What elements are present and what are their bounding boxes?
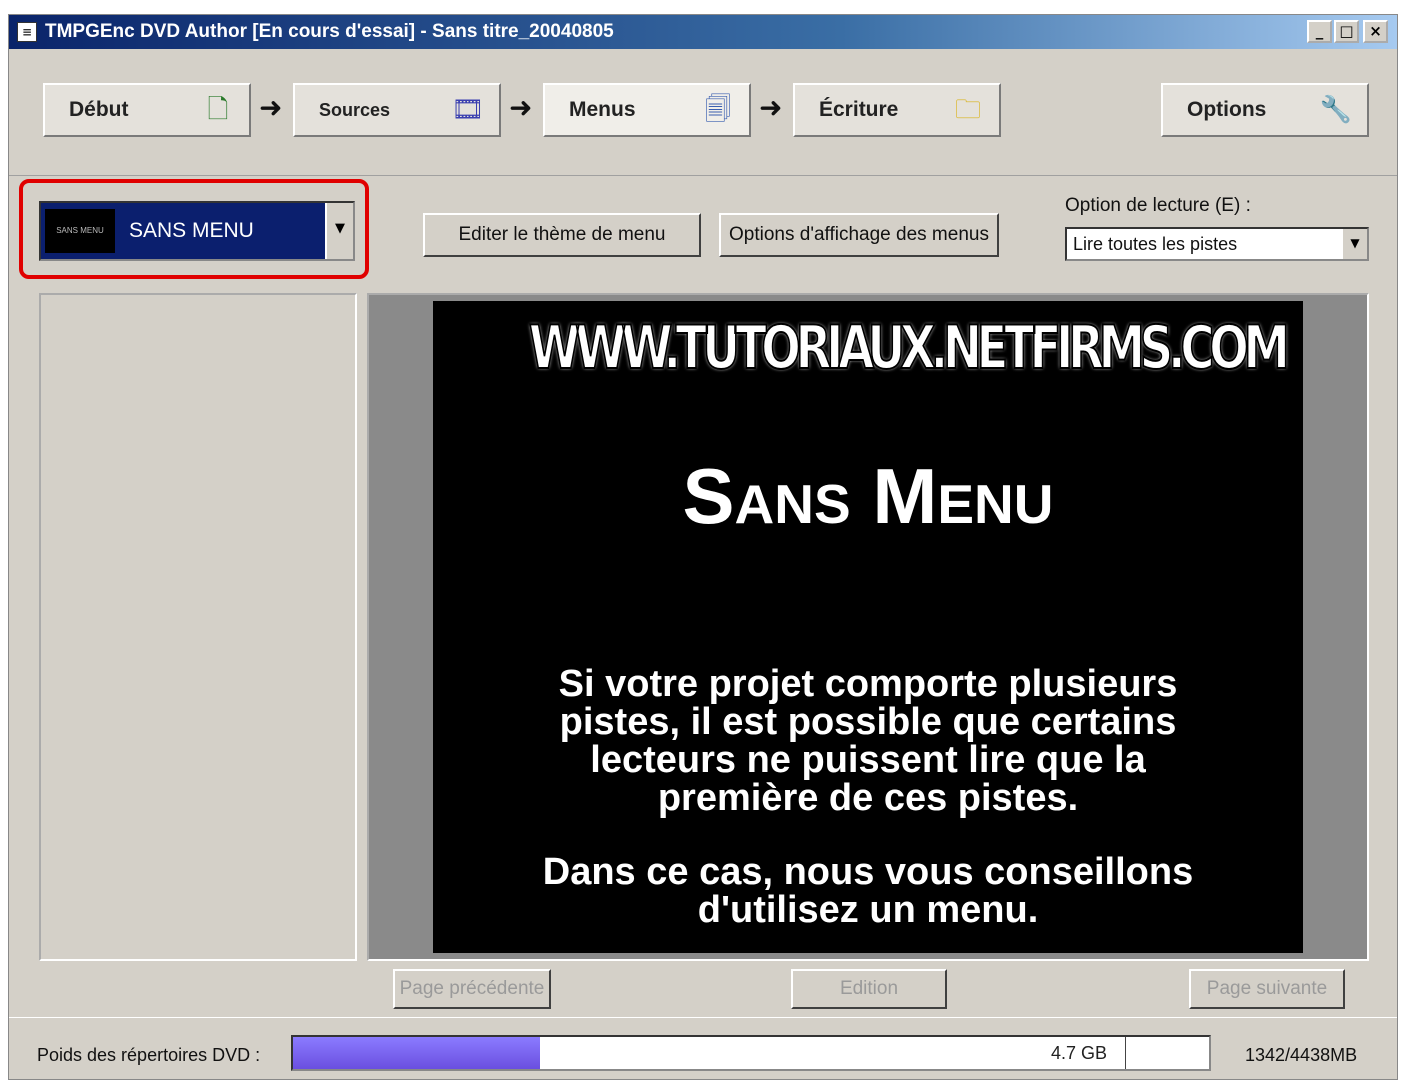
arrow-icon: ➜ bbox=[759, 91, 783, 124]
capacity-label: 4.7 GB bbox=[1051, 1043, 1108, 1063]
preview-message-line: première de ces pistes. bbox=[657, 777, 1079, 819]
menu-preview-area: WWW.TUTORIAUX.NETFIRMS.COM Sans Menu Si … bbox=[367, 293, 1369, 961]
playback-option-value: Lire toutes les pistes bbox=[1073, 234, 1238, 254]
folder-disc-icon: 🗀 bbox=[954, 95, 981, 125]
app-icon[interactable]: ≡ bbox=[17, 22, 37, 42]
options-button[interactable]: Options 🔧 bbox=[1161, 83, 1369, 137]
wizard-bar: Début 🗋 ➜ Sources 🎞 ➜ Menus 🗐 ➜ Écriture… bbox=[9, 49, 1397, 176]
step-sources-label: Sources bbox=[319, 100, 391, 120]
preview-message-line: Si votre projet comporte plusieurs bbox=[558, 663, 1178, 705]
edit-page-button[interactable]: Edition bbox=[791, 969, 947, 1009]
step-debut-label: Début bbox=[69, 98, 129, 121]
next-page-button[interactable]: Page suivante bbox=[1189, 969, 1345, 1009]
playback-option-select[interactable]: Lire toutes les pistes ▼ bbox=[1065, 227, 1369, 261]
step-debut-button[interactable]: Début 🗋 bbox=[43, 83, 251, 137]
preview-message-line: pistes, il est possible que certains bbox=[559, 701, 1177, 743]
step-menus-button[interactable]: Menus 🗐 bbox=[543, 83, 751, 137]
menu-thumbnail: SANS MENU bbox=[45, 209, 115, 253]
menu-pages-icon: 🗐 bbox=[705, 95, 731, 125]
capacity-marker bbox=[1125, 1037, 1126, 1069]
dvd-size-label: Poids des répertoires DVD : bbox=[37, 1045, 261, 1065]
previous-page-button[interactable]: Page précédente bbox=[393, 969, 551, 1009]
document-icon: 🗋 bbox=[207, 95, 229, 125]
dvd-size-readout: 1342/4438MB bbox=[1245, 1045, 1358, 1065]
chevron-down-icon[interactable]: ▼ bbox=[325, 203, 353, 259]
preview-advice-line: Dans ce cas, nous vous conseillons bbox=[542, 851, 1194, 893]
dvd-size-progress: 4.7 GB bbox=[291, 1035, 1211, 1071]
minimize-button[interactable]: _ bbox=[1307, 20, 1332, 43]
arrow-icon: ➜ bbox=[259, 91, 283, 124]
options-label: Options bbox=[1187, 98, 1267, 121]
step-ecriture-label: Écriture bbox=[819, 98, 899, 121]
window-title: TMPGEnc DVD Author [En cours d'essai] - … bbox=[45, 21, 614, 42]
chevron-down-icon[interactable]: ▼ bbox=[1341, 229, 1367, 259]
step-sources-button[interactable]: Sources 🎞 bbox=[293, 83, 501, 137]
preview-message-line: lecteurs ne puissent lire que la bbox=[590, 739, 1146, 781]
step-ecriture-button[interactable]: Écriture 🗀 bbox=[793, 83, 1001, 137]
preview-url-text: WWW.TUTORIAUX.NETFIRMS.COM bbox=[528, 312, 1291, 384]
menu-theme-select[interactable]: SANS MENU SANS MENU ▼ bbox=[39, 201, 355, 261]
menu-preview-screen[interactable]: WWW.TUTORIAUX.NETFIRMS.COM Sans Menu Si … bbox=[433, 301, 1303, 953]
preview-advice-line: d'utilisez un menu. bbox=[697, 889, 1039, 931]
arrow-icon: ➜ bbox=[509, 91, 533, 124]
menu-theme-value: SANS MENU bbox=[129, 219, 254, 242]
wrench-icon: 🔧 bbox=[1319, 95, 1353, 125]
video-files-icon: 🎞 bbox=[451, 95, 485, 125]
dvd-size-progress-fill bbox=[293, 1037, 541, 1069]
step-menus-label: Menus bbox=[569, 98, 636, 121]
edit-menu-theme-button[interactable]: Editer le thème de menu bbox=[423, 213, 701, 257]
playback-option-label: Option de lecture (E) : bbox=[1065, 195, 1251, 216]
preview-title: Sans Menu bbox=[682, 452, 1054, 540]
app-window: ≡ TMPGEnc DVD Author [En cours d'essai] … bbox=[8, 14, 1398, 1080]
menu-display-options-button[interactable]: Options d'affichage des menus bbox=[719, 213, 999, 257]
menu-tree-panel[interactable] bbox=[39, 293, 357, 961]
maximize-button[interactable]: □ bbox=[1334, 20, 1359, 43]
close-button[interactable]: × bbox=[1363, 20, 1388, 43]
title-bar[interactable]: ≡ TMPGEnc DVD Author [En cours d'essai] … bbox=[9, 15, 1397, 49]
